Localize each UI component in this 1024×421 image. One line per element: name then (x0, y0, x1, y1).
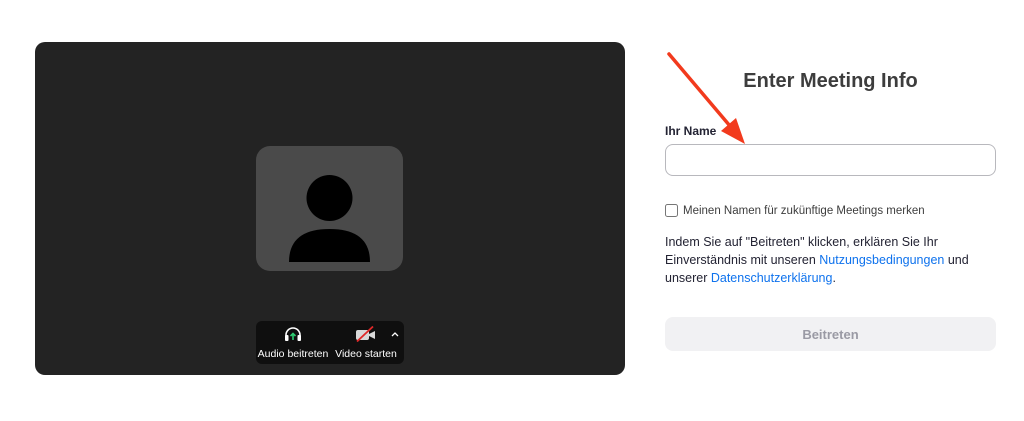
video-options-chevron-up-icon[interactable] (389, 326, 401, 337)
terms-notice: Indem Sie auf "Beitreten" klicken, erklä… (665, 233, 985, 287)
name-input[interactable] (665, 144, 996, 176)
remember-name-checkbox[interactable] (665, 204, 678, 217)
remember-name-option[interactable]: Meinen Namen für zukünftige Meetings mer… (665, 204, 925, 217)
video-preview: Audio beitreten Video starten (35, 42, 625, 375)
terms-of-service-link[interactable]: Nutzungsbedingungen (819, 253, 944, 267)
join-button[interactable]: Beitreten (665, 317, 996, 351)
join-audio-button[interactable]: Audio beitreten (256, 321, 330, 364)
media-controls-bar: Audio beitreten Video starten (256, 321, 404, 364)
start-video-label: Video starten (335, 348, 397, 360)
privacy-policy-link[interactable]: Datenschutzerklärung (711, 271, 833, 285)
video-off-icon (354, 326, 378, 342)
avatar-placeholder-icon (256, 146, 403, 271)
remember-name-label: Meinen Namen für zukünftige Meetings mer… (683, 204, 925, 217)
name-label: Ihr Name (665, 124, 717, 138)
join-audio-label: Audio beitreten (257, 348, 329, 360)
headphones-icon (283, 326, 303, 342)
terms-text-after: . (832, 271, 836, 285)
page-title: Enter Meeting Info (743, 70, 918, 92)
